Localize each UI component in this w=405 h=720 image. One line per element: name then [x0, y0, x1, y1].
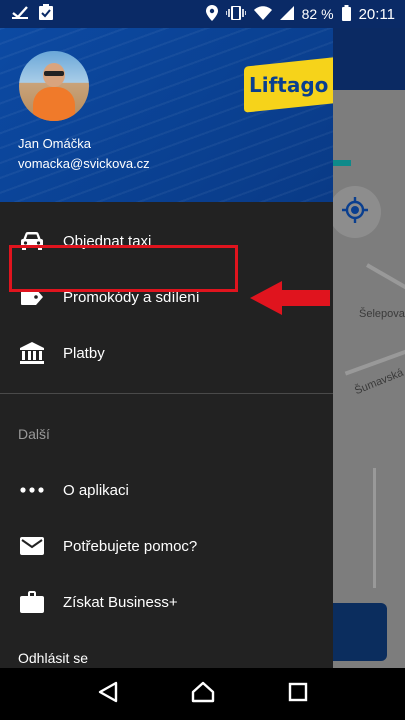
- crosshair-icon: [342, 196, 368, 228]
- user-email: vomacka@svickova.cz: [18, 156, 150, 171]
- clock: 20:11: [358, 5, 395, 23]
- battery-icon: [341, 4, 351, 24]
- logo-text: Liftago: [249, 73, 329, 98]
- more-dots-icon: [19, 477, 45, 503]
- system-nav-bar: [0, 668, 405, 720]
- menu-item-about[interactable]: O aplikaci: [0, 466, 333, 514]
- menu-item-help[interactable]: Potřebujete pomoc?: [0, 522, 333, 570]
- battery-percent: 82 %: [301, 6, 334, 22]
- menu-item-label: Platby: [63, 344, 105, 362]
- back-triangle-icon: [98, 681, 118, 708]
- bank-icon: [19, 340, 45, 366]
- menu-item-label: Získat Business+: [63, 593, 178, 611]
- map-road: [366, 263, 405, 297]
- recents-square-icon: [288, 682, 308, 707]
- vibrate-icon: [224, 4, 247, 23]
- status-bar: 82 % 20:11: [0, 0, 405, 28]
- briefcase-icon: [19, 589, 45, 615]
- divider: [0, 393, 333, 394]
- map-top-bar: [333, 28, 405, 90]
- drawer-header: Liftago Jan Omáčka vomacka@svickova.cz: [0, 28, 333, 202]
- signal-icon: [279, 5, 294, 23]
- menu-item-label: O aplikaci: [63, 481, 129, 499]
- liftago-logo: Liftago: [244, 57, 333, 113]
- location-icon: [205, 4, 218, 24]
- street-label: Šumavská: [353, 366, 405, 398]
- clipboard-check-icon: [38, 3, 54, 25]
- navigation-drawer: Liftago Jan Omáčka vomacka@svickova.cz O…: [0, 28, 333, 668]
- user-name: Jan Omáčka: [18, 136, 91, 151]
- menu-item-payments[interactable]: Platby: [0, 329, 333, 377]
- mail-icon: [19, 533, 45, 559]
- map-view[interactable]: Šelepova Šumavská: [333, 28, 405, 668]
- check-icon: [12, 5, 28, 24]
- wifi-icon: [253, 5, 272, 23]
- menu-item-business[interactable]: Získat Business+: [0, 578, 333, 626]
- section-label-more: Další: [18, 426, 50, 442]
- recents-button[interactable]: [283, 679, 313, 709]
- back-button[interactable]: [93, 679, 123, 709]
- map-road: [373, 468, 376, 588]
- menu-item-label: Potřebujete pomoc?: [63, 537, 198, 555]
- my-location-button[interactable]: [333, 186, 381, 238]
- street-label: Šelepova: [359, 308, 405, 320]
- order-panel[interactable]: [333, 603, 387, 661]
- avatar[interactable]: [19, 51, 89, 121]
- home-button[interactable]: [188, 679, 218, 709]
- annotation-arrow-icon: [250, 281, 330, 315]
- highlight-frame: [9, 245, 238, 292]
- logout-button[interactable]: Odhlásit se: [18, 650, 88, 666]
- map-route-segment: [333, 160, 351, 166]
- home-icon: [191, 681, 215, 708]
